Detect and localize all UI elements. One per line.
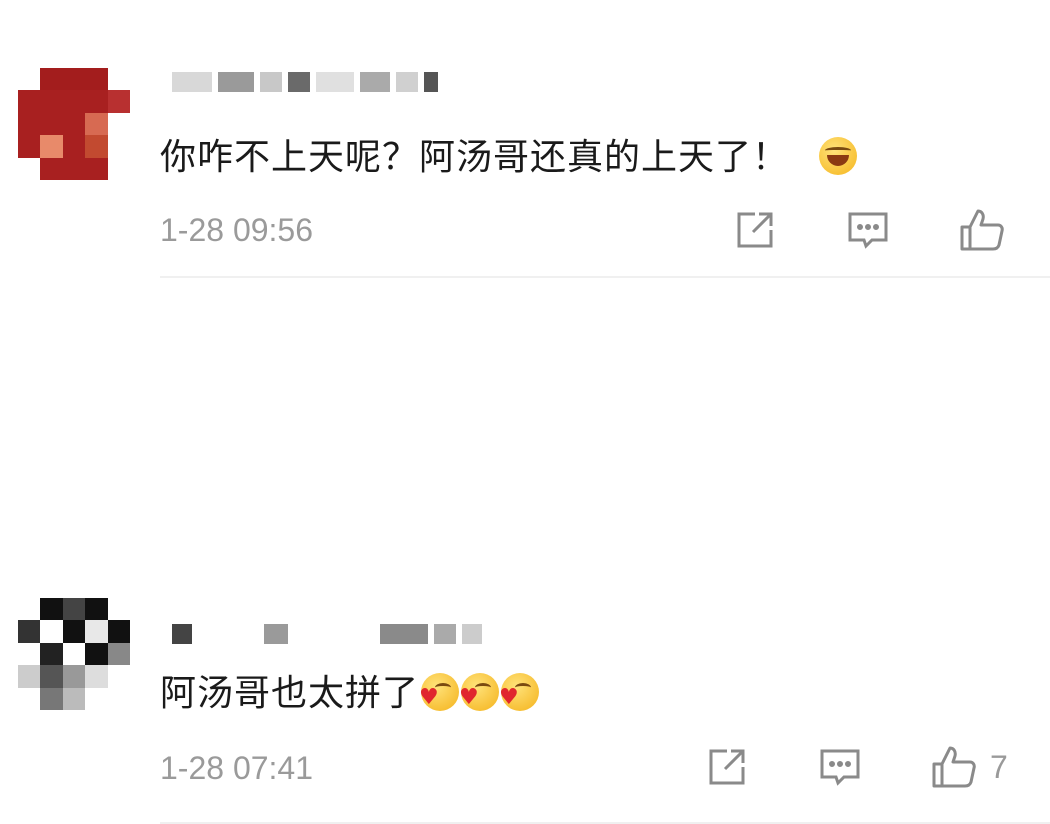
share-button[interactable]: [705, 742, 749, 792]
comment-icon: [820, 749, 860, 786]
share-button[interactable]: [733, 205, 777, 255]
username-redacted[interactable]: [172, 614, 482, 654]
reply-button[interactable]: [818, 742, 862, 792]
comment-text: 你咋不上天呢？阿汤哥还真的上天了！: [160, 128, 858, 180]
thumbs-up-icon: [960, 209, 1004, 251]
laughing-crying-emoji-icon: [819, 137, 858, 175]
comment-text: 阿汤哥也太拼了: [160, 664, 540, 716]
username-redacted[interactable]: [172, 62, 438, 102]
heart-kiss-emoji-icon: [419, 673, 460, 711]
avatar[interactable]: [18, 68, 130, 180]
like-button[interactable]: [958, 205, 1018, 255]
avatar[interactable]: [18, 598, 130, 710]
like-button[interactable]: 7: [930, 742, 1008, 792]
heart-kiss-emoji-icon: [499, 673, 540, 711]
reply-button[interactable]: [846, 205, 890, 255]
divider: [160, 276, 1050, 278]
comment-actions: 7: [0, 742, 1050, 792]
share-icon: [709, 749, 745, 785]
thumbs-up-icon: [932, 746, 976, 788]
like-count: 7: [990, 748, 1008, 785]
heart-kiss-emoji-icon: [459, 673, 500, 711]
comment-item: 你咋不上天呢？阿汤哥还真的上天了！ 1-28 09:56: [0, 0, 1050, 280]
comment-actions: [0, 205, 1050, 255]
comment-item: 阿汤哥也太拼了 1-28 07:41 7: [0, 280, 1050, 824]
share-icon: [737, 212, 773, 248]
comment-icon: [848, 212, 888, 249]
